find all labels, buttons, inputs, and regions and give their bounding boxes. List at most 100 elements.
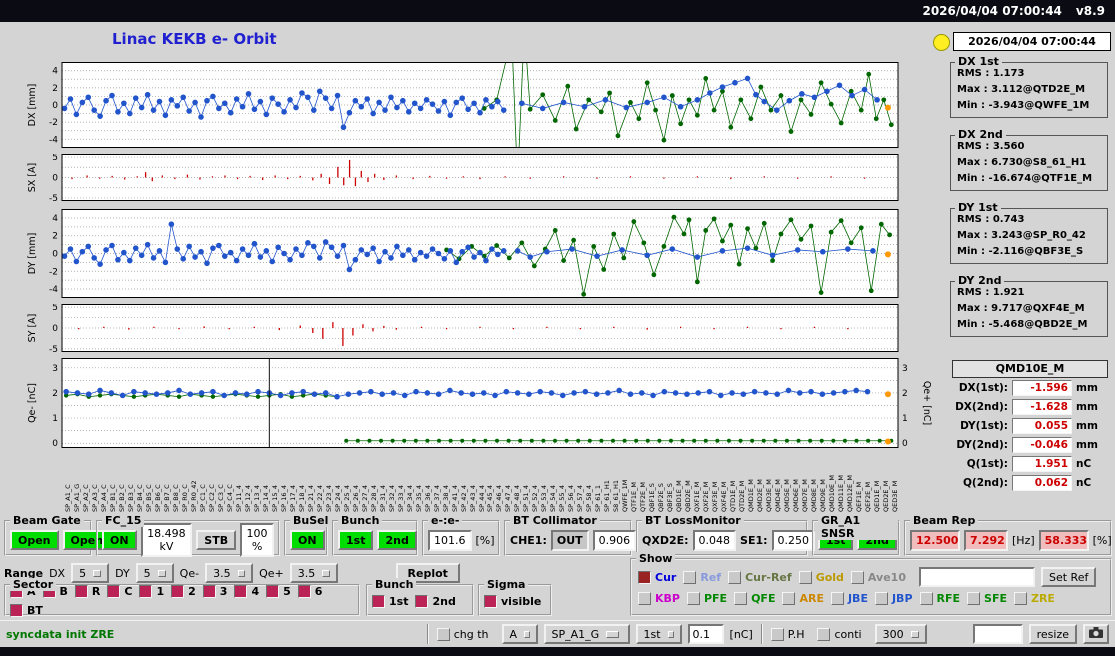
bpm-axis-label: SP_B6_C [153, 484, 162, 512]
sector-6-checkbox[interactable] [297, 585, 311, 598]
show-jbe-checkbox[interactable] [830, 592, 844, 605]
sector-6-toggle[interactable]: 6 [297, 585, 322, 598]
bunch-select-1st-checkbox[interactable] [372, 594, 385, 608]
sector-3-checkbox[interactable] [202, 585, 216, 598]
sector-5-toggle[interactable]: 5 [266, 585, 291, 598]
sector-1-toggle[interactable]: 1 [139, 585, 164, 598]
show-qfe-toggle[interactable]: QFE [734, 592, 775, 605]
threshold-input[interactable] [687, 624, 724, 644]
range-qe-minus-select[interactable]: 3.5 [205, 563, 254, 583]
device-select[interactable]: SP_A1_G [543, 624, 630, 644]
bpm-axis-label: SP_31_4 [378, 485, 387, 512]
plot-q[interactable]: 3 3 2 2 1 1 0 0 Qe- [nC] Qe+ [nC] [26, 358, 932, 448]
resize-button[interactable]: resize [1028, 624, 1077, 644]
bpm-label: DX(1st): [958, 381, 1008, 394]
bunch-2nd-button[interactable]: 2nd [377, 530, 417, 550]
show-gold-toggle[interactable]: Gold [798, 570, 844, 584]
option-menu-icon [606, 630, 620, 638]
show-zre-toggle[interactable]: ZRE [1013, 592, 1055, 605]
show-are-toggle[interactable]: ARE [782, 592, 824, 605]
show-cur-ref-toggle[interactable]: Cur-Ref [728, 570, 792, 584]
sector-4-toggle[interactable]: 4 [234, 585, 259, 598]
beam-gate-open-button-1[interactable]: Open [10, 530, 59, 550]
toolbar-divider [426, 624, 429, 644]
show-zre-checkbox[interactable] [1013, 592, 1027, 605]
show-pfe-checkbox[interactable] [686, 592, 700, 605]
show-pfe-toggle[interactable]: PFE [686, 592, 727, 605]
ph-toggle[interactable]: P.H [770, 627, 804, 641]
show-rfe-checkbox[interactable] [919, 592, 933, 605]
mode-select[interactable]: A [501, 624, 538, 644]
bunch-select-1st-toggle[interactable]: 1st [372, 594, 408, 608]
ph-checkbox[interactable] [770, 627, 784, 641]
conti-toggle[interactable]: conti [817, 627, 862, 641]
stats-dy-2nd-max: Max : 9.717@QXF4E_M [957, 303, 1085, 314]
range-qe-plus-select[interactable]: 3.5 [289, 563, 338, 583]
sector-2-checkbox[interactable] [171, 585, 185, 598]
bpm-axis-label: SP_26_4 [351, 485, 360, 512]
extra-input[interactable] [972, 624, 1023, 644]
sector-4-checkbox[interactable] [234, 585, 248, 598]
set-ref-button[interactable]: Set Ref [1040, 567, 1097, 587]
bpm-axis-label: QTF1E_M [630, 482, 639, 512]
show-ref-checkbox[interactable] [683, 570, 697, 584]
sector-1-checkbox[interactable] [139, 585, 153, 598]
sector-bt-checkbox[interactable] [10, 604, 23, 617]
sector-5-checkbox[interactable] [266, 585, 280, 598]
show-jbp-toggle[interactable]: JBP [874, 592, 913, 605]
show-jbp-checkbox[interactable] [874, 592, 888, 605]
plot-dx[interactable]: 4 2 0 -2 -4 DX [mm] [26, 62, 900, 148]
bpm-axis-label: SP_36_4 [423, 485, 432, 512]
conti-checkbox[interactable] [817, 627, 831, 641]
sector-2-toggle[interactable]: 2 [171, 585, 196, 598]
sigma-visible-checkbox[interactable] [484, 594, 497, 608]
busel-on-button[interactable]: ON [290, 530, 325, 550]
bpm-axis-label: SP_28_4 [369, 485, 378, 512]
bunch-select-2nd-toggle[interactable]: 2nd [415, 594, 456, 608]
fc15-on-button[interactable]: ON [102, 530, 137, 550]
stats-dx-1st-title: DX 1st [955, 55, 1002, 68]
sector-c-checkbox[interactable] [107, 585, 121, 598]
plot-dy[interactable]: 4 2 0 -2 -4 DY [mm] [26, 209, 900, 298]
points-select[interactable]: 300 [874, 624, 927, 644]
sector-3-toggle[interactable]: 3 [202, 585, 227, 598]
bpm-value: 0.062 [1012, 474, 1072, 491]
bpm-axis-label: QBD1E_M [675, 480, 684, 512]
sector-bt-toggle[interactable]: BT [10, 604, 43, 617]
show-kbp-toggle[interactable]: KBP [638, 592, 680, 605]
bpm-value: 1.951 [1012, 455, 1072, 472]
show-sfe-checkbox[interactable] [967, 592, 981, 605]
show-rfe-toggle[interactable]: RFE [919, 592, 960, 605]
show-gold-checkbox[interactable] [798, 570, 812, 584]
chg-th-toggle[interactable]: chg th [436, 627, 489, 641]
bunch-1st-button[interactable]: 1st [338, 530, 374, 550]
bpm-unit: nC [1076, 457, 1092, 470]
bpm-row-q-1st: Q(1st): 1.951 nC [950, 454, 1110, 473]
show-sfe-toggle[interactable]: SFE [967, 592, 1007, 605]
show-ref-toggle[interactable]: Ref [683, 570, 721, 584]
bunch-select-2nd-checkbox[interactable] [415, 594, 429, 608]
plot-sx[interactable]: 5 0 -5 SX [A] [26, 154, 900, 201]
show-kbp-checkbox[interactable] [638, 592, 651, 605]
show-qfe-checkbox[interactable] [734, 592, 748, 605]
sector-r-checkbox[interactable] [74, 585, 88, 598]
show-cur-ref-checkbox[interactable] [728, 570, 742, 584]
plot-sy[interactable]: 5 0 -5 SY [A] [26, 304, 900, 352]
set-ref-input[interactable] [918, 567, 1035, 587]
show-cur-toggle[interactable]: Cur [638, 570, 676, 584]
sector-c-toggle[interactable]: C [107, 585, 132, 598]
show-ave10-checkbox[interactable] [850, 570, 864, 584]
svg-text:-4: -4 [49, 285, 58, 295]
bunch-select[interactable]: 1st [635, 624, 682, 644]
snapshot-button[interactable] [1083, 624, 1109, 644]
range-dx-select[interactable]: 5 [71, 563, 110, 583]
show-jbe-toggle[interactable]: JBE [830, 592, 868, 605]
show-are-checkbox[interactable] [782, 592, 796, 605]
show-ave10-toggle[interactable]: Ave10 [850, 570, 906, 584]
fc15-stb-button[interactable]: STB [196, 530, 237, 550]
sector-r-toggle[interactable]: R [74, 585, 100, 598]
sigma-visible-toggle[interactable]: visible [484, 594, 541, 608]
show-cur-checkbox[interactable] [638, 570, 651, 584]
range-dy-select[interactable]: 5 [135, 563, 174, 583]
chg-th-checkbox[interactable] [436, 627, 450, 641]
